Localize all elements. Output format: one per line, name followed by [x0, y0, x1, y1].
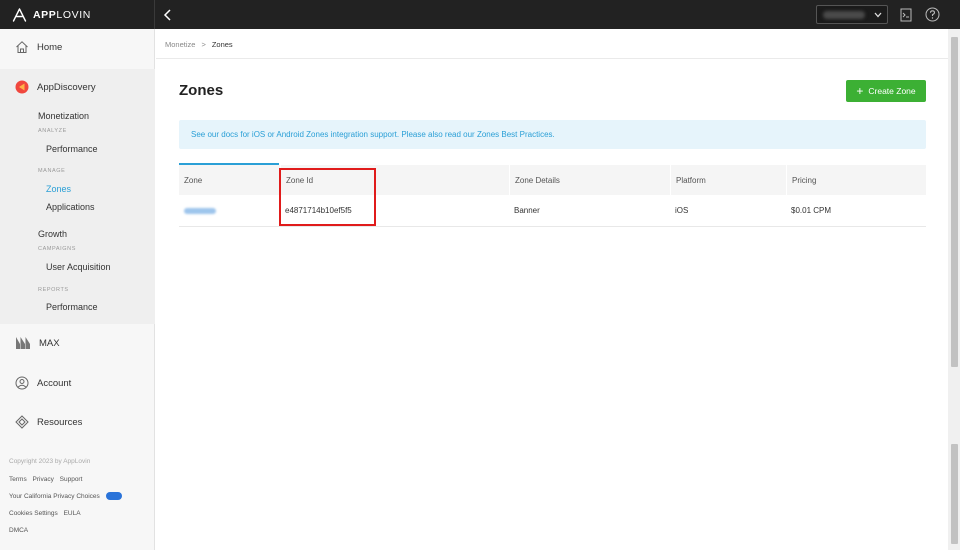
main-content: Monetize > Zones Zones + Create Zone See o…	[156, 29, 948, 550]
breadcrumb-parent[interactable]: Monetize	[165, 40, 195, 49]
column-header-pricing[interactable]: Pricing	[786, 165, 926, 195]
sidebar-item-home[interactable]: Home	[0, 29, 155, 65]
collapse-sidebar-button[interactable]	[159, 6, 177, 24]
home-icon	[16, 41, 28, 53]
zone-id-highlight-box	[279, 168, 376, 226]
sidebar-item-label: AppDiscovery	[37, 81, 96, 93]
sidebar-item-applications[interactable]: Applications	[46, 202, 95, 212]
reports-caption: REPORTS	[38, 287, 69, 293]
footer-links-row-3: Cookies Settings EULA	[9, 510, 85, 517]
footer-links-row-4: DMCA	[9, 527, 32, 534]
dmca-link[interactable]: DMCA	[9, 527, 28, 534]
info-banner: See our docs for iOS or Android Zones in…	[179, 120, 926, 149]
brand-name: APPLOVIN	[33, 8, 91, 21]
create-zone-button[interactable]: + Create Zone	[846, 80, 926, 102]
sidebar-item-label: Resources	[37, 416, 83, 428]
sidebar-item-monetize-performance[interactable]: Performance	[46, 144, 98, 154]
sidebar-item-user-acquisition[interactable]: User Acquisition	[46, 262, 111, 272]
appdiscovery-section: AppDiscovery Monetization ANALYZE Perfor…	[0, 69, 155, 324]
sidebar-item-label: MAX	[39, 337, 60, 349]
sidebar-item-resources[interactable]: Resources	[0, 404, 155, 440]
sidebar: Home AppDiscovery Monetization ANALYZE P…	[0, 29, 155, 550]
sidebar-item-label: Account	[37, 377, 72, 389]
sidebar-item-account[interactable]: Account	[0, 365, 155, 401]
terminal-icon	[900, 8, 912, 21]
info-banner-text[interactable]: See our docs for iOS or Android Zones in…	[191, 130, 555, 139]
scrollbar[interactable]	[948, 29, 960, 550]
growth-heading[interactable]: Growth	[38, 229, 67, 239]
footer-links-row-2: Your California Privacy Choices	[9, 492, 122, 500]
campaigns-caption: CAMPAIGNS	[38, 246, 76, 252]
console-button[interactable]	[898, 7, 914, 23]
sidebar-item-zones[interactable]: Zones	[46, 184, 71, 194]
sidebar-item-appdiscovery[interactable]: AppDiscovery	[0, 69, 155, 105]
support-link[interactable]: Support	[60, 476, 83, 483]
max-icon	[16, 337, 30, 349]
sidebar-item-max[interactable]: MAX	[0, 325, 155, 361]
pricing-cell: $0.01 CPM	[791, 206, 832, 215]
appdiscovery-icon	[15, 80, 29, 94]
column-header-platform[interactable]: Platform	[670, 165, 786, 195]
create-zone-label: Create Zone	[868, 86, 916, 96]
copyright-text: Copyright 2023 by AppLovin	[9, 458, 91, 465]
help-button[interactable]	[924, 7, 940, 23]
breadcrumb-current: Zones	[211, 40, 233, 49]
account-name-redacted	[823, 11, 865, 19]
platform-cell: iOS	[675, 206, 689, 215]
divider	[156, 58, 948, 59]
help-icon	[925, 7, 939, 22]
monetization-heading[interactable]: Monetization	[38, 111, 89, 121]
privacy-choices-icon	[105, 492, 122, 500]
cookies-settings-link[interactable]: Cookies Settings	[9, 510, 58, 517]
eula-link[interactable]: EULA	[64, 510, 81, 517]
brand-logo[interactable]: APPLOVIN	[0, 0, 155, 29]
ca-privacy-link[interactable]: Your California Privacy Choices	[9, 493, 100, 500]
account-selector[interactable]	[816, 5, 888, 24]
chevron-left-icon	[163, 8, 171, 21]
sidebar-item-growth-performance[interactable]: Performance	[46, 302, 98, 312]
breadcrumb: Monetize > Zones	[165, 40, 233, 49]
top-bar: APPLOVIN	[0, 0, 960, 29]
column-header-zone-details[interactable]: Zone Details	[509, 165, 670, 195]
applovin-logo-icon	[12, 7, 27, 22]
resources-icon	[15, 415, 29, 429]
privacy-link[interactable]: Privacy	[33, 476, 54, 483]
plus-icon: +	[856, 84, 864, 98]
zone-details-cell: Banner	[514, 206, 540, 215]
footer-links-row-1: Terms Privacy Support	[9, 476, 86, 483]
scrollbar-thumb-lower[interactable]	[951, 444, 958, 544]
analyze-caption: ANALYZE	[38, 128, 67, 134]
manage-caption: MANAGE	[38, 168, 66, 174]
terms-link[interactable]: Terms	[9, 476, 27, 483]
user-icon	[15, 376, 29, 390]
zone-name-cell	[179, 195, 279, 226]
page-title: Zones	[179, 82, 224, 99]
zone-name-link-redacted[interactable]	[184, 207, 216, 214]
column-header-zone[interactable]: Zone	[179, 165, 279, 195]
chevron-down-icon	[874, 12, 882, 17]
scrollbar-thumb[interactable]	[951, 37, 958, 367]
breadcrumb-separator: >	[201, 40, 206, 49]
sidebar-item-label: Home	[37, 41, 63, 53]
